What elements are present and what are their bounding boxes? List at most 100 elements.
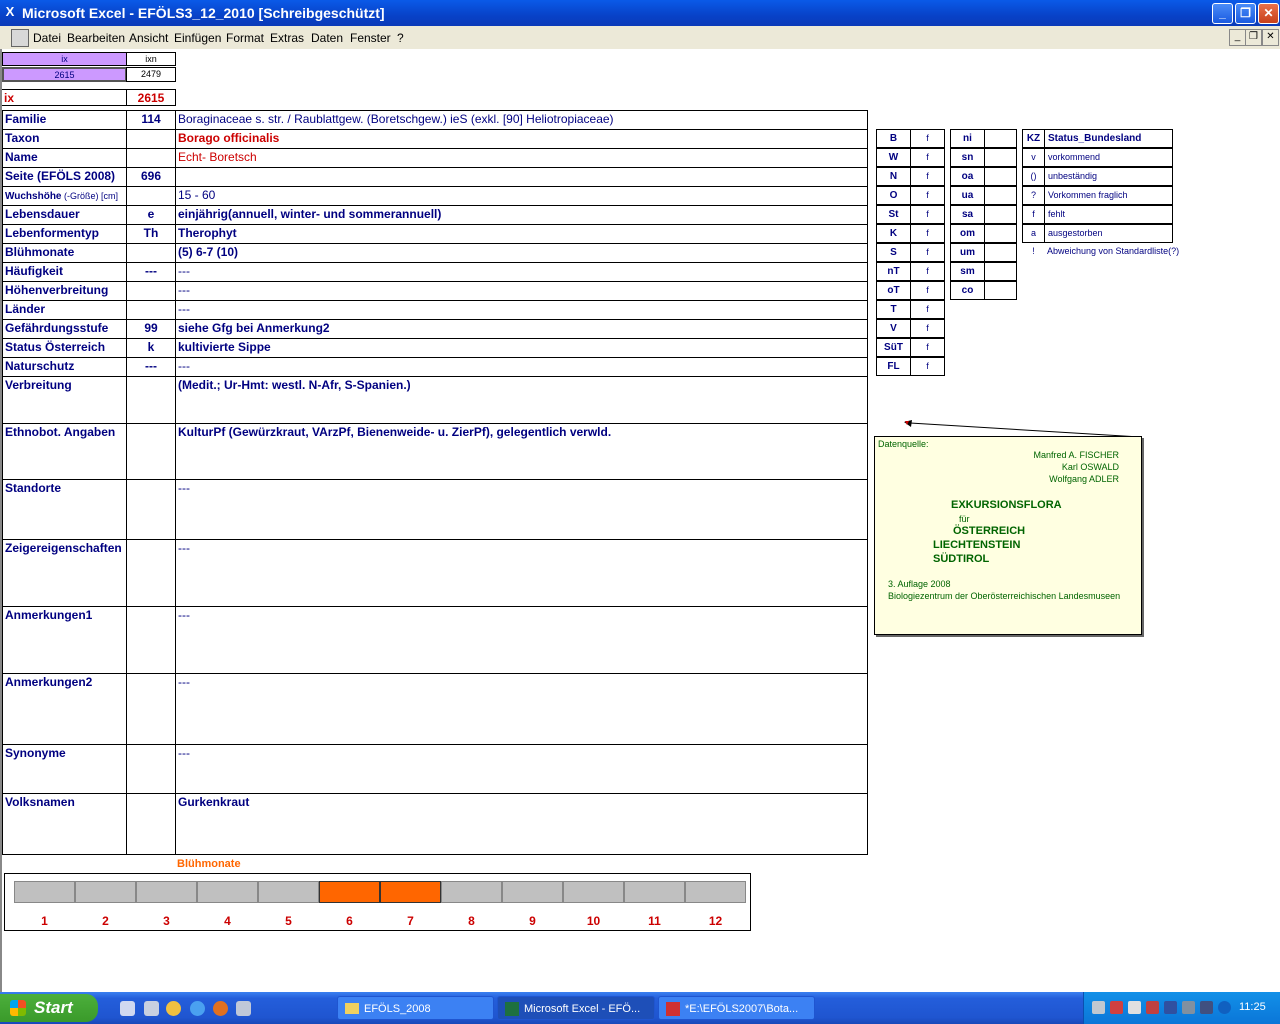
- row-value[interactable]: ---: [175, 357, 868, 377]
- row-code[interactable]: [126, 606, 176, 674]
- row-code[interactable]: [126, 539, 176, 607]
- row-value[interactable]: einjährig(annuell, winter- und sommerann…: [175, 205, 868, 225]
- menu-bearbeiten[interactable]: Bearbeiten: [67, 31, 125, 45]
- row-value[interactable]: ---: [175, 281, 868, 301]
- row-value[interactable]: Boraginaceae s. str. / Raublattgew. (Bor…: [175, 110, 868, 130]
- row-value[interactable]: siehe Gfg bei Anmerkung2: [175, 319, 868, 339]
- doc-minimize-button[interactable]: _: [1229, 29, 1246, 46]
- legend-zone-value: [984, 129, 1017, 148]
- menu-help[interactable]: ?: [397, 31, 404, 45]
- ie-icon[interactable]: [190, 1001, 205, 1016]
- row-value[interactable]: ---: [175, 744, 868, 794]
- legend-status-text: unbeständig: [1044, 167, 1173, 186]
- row-value[interactable]: ---: [175, 539, 868, 607]
- task-excel[interactable]: Microsoft Excel - EFÖ...: [497, 996, 655, 1020]
- row-value[interactable]: ---: [175, 479, 868, 540]
- row-code[interactable]: ---: [126, 357, 176, 377]
- row-code[interactable]: [126, 300, 176, 320]
- tool-icon[interactable]: [1146, 1001, 1159, 1014]
- security-icon[interactable]: [1110, 1001, 1123, 1014]
- row-value[interactable]: Echt- Boretsch: [175, 148, 868, 168]
- row-code[interactable]: 99: [126, 319, 176, 339]
- row-label: Taxon: [2, 129, 127, 149]
- row-code[interactable]: ---: [126, 262, 176, 282]
- menu-fenster[interactable]: Fenster: [350, 31, 391, 45]
- row-code[interactable]: [126, 186, 176, 206]
- network-icon[interactable]: [1092, 1001, 1105, 1014]
- row-value[interactable]: (Medit.; Ur-Hmt: westl. N-Afr, S-Spanien…: [175, 376, 868, 424]
- row-value[interactable]: Therophyt: [175, 224, 868, 244]
- row-label: Volksnamen: [2, 793, 127, 855]
- month-bar-2: [75, 881, 136, 903]
- row-value[interactable]: (5) 6-7 (10): [175, 243, 868, 263]
- ix-value-cell[interactable]: 2615: [2, 67, 127, 82]
- source-comment[interactable]: Datenquelle: Manfred A. FISCHER Karl OSW…: [874, 436, 1142, 635]
- windows-logo-icon: [10, 1000, 26, 1016]
- task-editor[interactable]: *E:\EFÖLS2007\Bota...: [658, 996, 815, 1020]
- legend-status-text: Abweichung von Standardliste(?): [1047, 246, 1180, 256]
- row-label: Ethnobot. Angaben: [2, 423, 127, 480]
- clock-tray-icon[interactable]: [1182, 1001, 1195, 1014]
- row-code[interactable]: [126, 376, 176, 424]
- row-code[interactable]: [126, 243, 176, 263]
- month-label: 2: [102, 914, 109, 928]
- menu-extras[interactable]: Extras: [270, 31, 304, 45]
- app-tray-icon[interactable]: [1218, 1001, 1231, 1014]
- row-code[interactable]: k: [126, 338, 176, 358]
- info-icon[interactable]: [1200, 1001, 1213, 1014]
- task-efoels[interactable]: EFÖLS_2008: [337, 996, 494, 1020]
- legend-zone-value: [984, 224, 1017, 243]
- row-code[interactable]: [126, 673, 176, 745]
- row-code[interactable]: [126, 281, 176, 301]
- menu-einfuegen[interactable]: Einfügen: [174, 31, 221, 45]
- row-value[interactable]: Gurkenkraut: [175, 793, 868, 855]
- row-code[interactable]: Th: [126, 224, 176, 244]
- row-value[interactable]: ---: [175, 673, 868, 745]
- quicklaunch-icon[interactable]: [144, 1001, 159, 1016]
- row-value[interactable]: Borago officinalis: [175, 129, 868, 149]
- media-icon[interactable]: [166, 1001, 181, 1016]
- row-code[interactable]: [126, 744, 176, 794]
- row-code[interactable]: [126, 479, 176, 540]
- legend-region-value: f: [910, 262, 945, 281]
- shield-icon[interactable]: [1164, 1001, 1177, 1014]
- month-label: 6: [346, 914, 353, 928]
- menu-ansicht[interactable]: Ansicht: [129, 31, 168, 45]
- row-value[interactable]: kultivierte Sippe: [175, 338, 868, 358]
- workbook-icon[interactable]: [11, 29, 29, 47]
- app-icon[interactable]: [236, 1001, 251, 1016]
- doc-close-button[interactable]: ✕: [1262, 29, 1279, 46]
- menu-datei[interactable]: Datei: [33, 31, 61, 45]
- ixn-value-cell[interactable]: 2479: [126, 67, 176, 82]
- row-code[interactable]: [126, 793, 176, 855]
- row-code[interactable]: [126, 129, 176, 149]
- row-value[interactable]: KulturPf (Gewürzkraut, VArzPf, Bienenwei…: [175, 423, 868, 480]
- legend-region-key: O: [876, 186, 911, 205]
- restore-button[interactable]: ❐: [1235, 3, 1256, 24]
- row-label-text: Lebensdauer: [5, 207, 80, 221]
- month-label: 3: [163, 914, 170, 928]
- legend-zone-value: [984, 167, 1017, 186]
- desktop-icon[interactable]: [120, 1001, 135, 1016]
- row-label: Gefährdungsstufe: [2, 319, 127, 339]
- menu-daten[interactable]: Daten: [311, 31, 343, 45]
- menu-format[interactable]: Format: [226, 31, 264, 45]
- close-button[interactable]: ✕: [1258, 3, 1279, 24]
- doc-restore-button[interactable]: ❐: [1245, 29, 1262, 46]
- minimize-button[interactable]: _: [1212, 3, 1233, 24]
- row-value[interactable]: [175, 167, 868, 187]
- row-value[interactable]: ---: [175, 300, 868, 320]
- ix-red-value[interactable]: 2615: [126, 89, 176, 106]
- row-code[interactable]: 696: [126, 167, 176, 187]
- row-code[interactable]: [126, 423, 176, 480]
- row-code[interactable]: 114: [126, 110, 176, 130]
- search-icon[interactable]: [1128, 1001, 1141, 1014]
- row-value[interactable]: 15 - 60: [175, 186, 868, 206]
- firefox-icon[interactable]: [213, 1001, 228, 1016]
- row-value[interactable]: ---: [175, 262, 868, 282]
- row-value[interactable]: ---: [175, 606, 868, 674]
- row-code[interactable]: e: [126, 205, 176, 225]
- legend-region-value: f: [910, 319, 945, 338]
- start-button[interactable]: Start: [0, 994, 98, 1022]
- row-code[interactable]: [126, 148, 176, 168]
